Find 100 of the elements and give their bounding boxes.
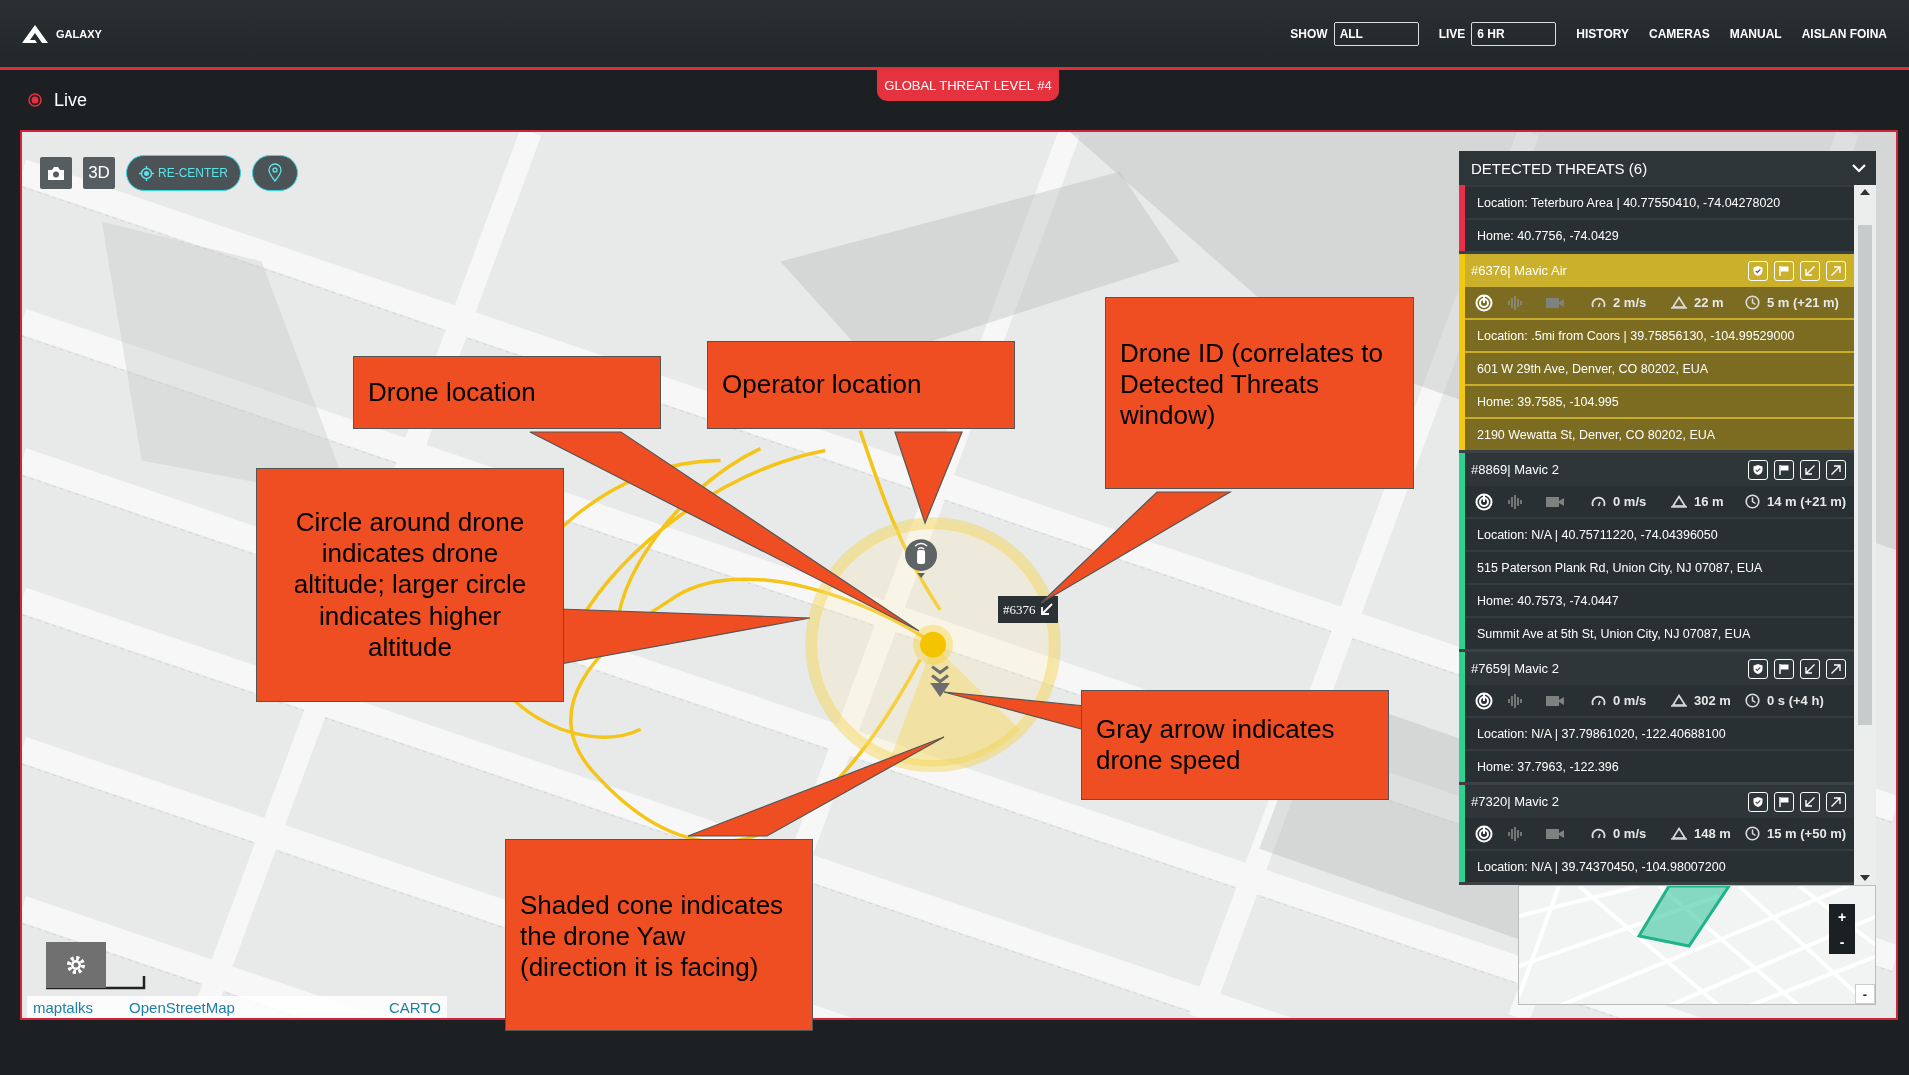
audio-wave-icon [1507, 825, 1523, 842]
nav-link[interactable]: AISLAN FOINA [1801, 26, 1887, 41]
arrow-up-right-icon[interactable] [1826, 791, 1846, 812]
threat-title: #6376| Mavic Air [1471, 263, 1567, 278]
annotation-callout: Shaded cone indicates the drone Yaw (direction it is facing) [505, 839, 813, 1031]
flag-icon[interactable] [1774, 459, 1794, 480]
zoom-out-button[interactable]: - [1829, 929, 1855, 954]
location-pin-icon [265, 163, 285, 183]
threat-detail: 2190 Wewatta St, Denver, CO 80202, EUA [1465, 417, 1854, 450]
annotation-callout: Circle around drone indicates drone altitude; larger circle indicates higher altitude [256, 468, 564, 702]
annotation-callout: Drone ID (correlates to Detected Threats window) [1105, 297, 1414, 489]
threat-detail: Home: 39.7585, -104.995 [1465, 384, 1854, 417]
annotation-callout: Operator location [707, 341, 1015, 429]
speed-gauge-icon [1591, 495, 1606, 508]
attribution-link[interactable]: OpenStreetMap [129, 998, 390, 1016]
app-name: GALAXY [56, 27, 102, 40]
threat-title: #8869| Mavic 2 [1471, 462, 1559, 477]
altitude-value: 148 m [1694, 826, 1731, 841]
radar-icon [1475, 691, 1493, 710]
nav-link[interactable]: HISTORY [1576, 26, 1629, 41]
threat-title: #7320| Mavic 2 [1471, 794, 1559, 809]
altitude-icon [1671, 296, 1687, 309]
altitude-icon [1671, 827, 1687, 840]
video-camera-icon [1545, 826, 1565, 841]
nav-link[interactable]: CAMERAS [1649, 26, 1710, 41]
drone-marker[interactable] [913, 624, 953, 665]
altitude-value: 16 m [1694, 494, 1724, 509]
drone-id-label[interactable]: #6376 [998, 596, 1058, 623]
threat-title: #7659| Mavic 2 [1471, 661, 1559, 676]
radar-icon [1475, 824, 1493, 843]
flight-time: 14 m (+21 m) [1767, 494, 1847, 509]
minimap-collapse-button[interactable]: - [1855, 984, 1875, 1004]
threat-card[interactable]: #7659| Mavic 2 0 m/s 302 m 0 s (+4 h) Location: N/A | 37.79861020, -122.40688100 Home: 37.7963, -122.396 [1459, 652, 1854, 785]
annotation-callout: Drone location [353, 356, 661, 429]
arrow-up-right-icon[interactable] [1826, 658, 1846, 679]
logo-icon [22, 24, 48, 43]
speed-gauge-icon [1591, 694, 1606, 707]
flag-icon[interactable] [1774, 658, 1794, 679]
arrow-down-left-icon [1039, 603, 1053, 616]
clock-icon [1745, 494, 1760, 509]
flight-time: 5 m (+21 m) [1767, 295, 1839, 310]
arrow-down-left-icon[interactable] [1800, 658, 1820, 679]
flag-icon[interactable] [1774, 791, 1794, 812]
altitude-icon [1671, 694, 1687, 707]
clock-icon [1745, 295, 1760, 310]
operator-marker-icon[interactable] [905, 539, 938, 578]
live-indicator-icon [28, 93, 42, 107]
clock-icon [1745, 826, 1760, 841]
speed-gauge-icon [1591, 296, 1606, 309]
live-label: LIVE [1438, 26, 1466, 41]
attribution-link[interactable]: CARTO [389, 998, 441, 1016]
show-label: SHOW [1290, 26, 1328, 41]
zoom-in-button[interactable]: + [1829, 904, 1855, 929]
altitude-icon [1671, 495, 1687, 508]
shield-icon[interactable] [1748, 658, 1768, 679]
threat-card[interactable]: #7320| Mavic 2 0 m/s 148 m 15 m (+50 m) Location: N/A | 39.74370450, -104.98007200 [1459, 785, 1854, 885]
annotation-callout: Gray arrow indicates drone speed [1081, 690, 1389, 800]
panel-title: DETECTED THREATS (6) [1471, 159, 1648, 177]
camera-button[interactable] [40, 157, 72, 189]
speed-arrow-icon [930, 665, 950, 698]
settings-button[interactable] [46, 942, 106, 988]
radar-icon [1475, 293, 1493, 312]
crosshair-icon [139, 165, 154, 181]
altitude-value: 22 m [1694, 295, 1724, 310]
flight-time: 0 s (+4 h) [1767, 693, 1824, 708]
scrollbar[interactable] [1854, 185, 1876, 885]
audio-wave-icon [1507, 294, 1523, 311]
nav-link[interactable]: MANUAL [1729, 26, 1782, 41]
show-field[interactable]: ALL [1333, 21, 1419, 46]
live-range-field[interactable]: 6 HR [1471, 21, 1557, 46]
threat-detail: 601 W 29th Ave, Denver, CO 80202, EUA [1465, 351, 1854, 384]
shield-icon[interactable] [1748, 459, 1768, 480]
settings-icon [64, 953, 88, 977]
speed-value: 2 m/s [1613, 295, 1647, 310]
shield-icon[interactable] [1748, 791, 1768, 812]
recenter-button[interactable]: RE-CENTER [126, 155, 241, 191]
arrow-down-left-icon[interactable] [1800, 459, 1820, 480]
clock-icon [1745, 693, 1760, 708]
threat-level-banner: GLOBAL THREAT LEVEL #4 [877, 70, 1059, 101]
scroll-up-icon[interactable] [1860, 189, 1870, 195]
threat-card[interactable]: Location: Teterburo Area | 40.77550410, -74.04278020 Home: 40.7756, -74.0429 [1459, 185, 1854, 254]
radar-icon [1475, 492, 1493, 511]
threat-detail: Location: .5mi from Coors | 39.75856130, -104.99529000 [1465, 318, 1854, 351]
speed-value: 0 m/s [1613, 693, 1647, 708]
attribution-link[interactable]: maptalks [33, 998, 94, 1016]
threat-card[interactable] [1459, 453, 1854, 652]
live-status: Live [54, 89, 88, 111]
flight-time: 15 m (+50 m) [1767, 826, 1847, 841]
speed-value: 0 m/s [1613, 494, 1647, 509]
3d-button[interactable]: 3D [83, 157, 115, 189]
chevron-down-icon[interactable] [1852, 163, 1866, 173]
audio-wave-icon [1507, 692, 1523, 709]
video-camera-icon [1545, 494, 1565, 509]
speed-value: 0 m/s [1613, 826, 1647, 841]
arrow-down-left-icon[interactable] [1800, 791, 1820, 812]
camera-icon [47, 165, 65, 181]
arrow-up-right-icon[interactable] [1826, 459, 1846, 480]
speed-gauge-icon [1591, 827, 1606, 840]
video-camera-icon [1545, 295, 1565, 310]
scroll-down-icon[interactable] [1860, 875, 1870, 881]
